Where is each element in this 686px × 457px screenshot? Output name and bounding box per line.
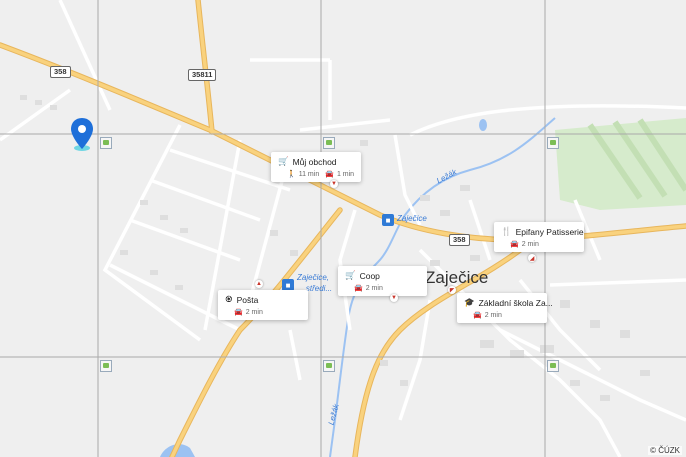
poi-card-zakladni-skola[interactable]: 🎓 Základní škola Za... 🚘 2 min bbox=[457, 293, 553, 323]
restaurant-icon: 🍴 bbox=[501, 226, 512, 236]
poi-drive-time: 2 min bbox=[245, 308, 263, 316]
poi-card-epifany-patisserie[interactable]: 🍴 Epifany Patisserie 🚘 2 min bbox=[494, 222, 584, 252]
poi-arrow-icon[interactable]: ◢ bbox=[528, 254, 536, 262]
car-icon: 🚘 bbox=[234, 309, 243, 316]
post-office-icon: ♼ bbox=[225, 294, 233, 304]
poi-card-coop[interactable]: 🛒 Coop 🚘 2 min bbox=[338, 266, 427, 296]
car-icon: 🚘 bbox=[354, 285, 363, 292]
location-pin-icon[interactable] bbox=[70, 118, 94, 157]
broken-tile-image bbox=[323, 360, 335, 372]
broken-tile-image bbox=[100, 137, 112, 149]
poi-name: Můj obchod bbox=[292, 156, 337, 167]
poi-arrow-icon[interactable]: ▲ bbox=[255, 280, 263, 288]
walk-icon: 🚶 bbox=[287, 171, 296, 178]
cart-icon: 🛒 bbox=[345, 270, 356, 280]
poi-name: Pošta bbox=[236, 294, 259, 305]
bus-stop-icon[interactable]: ■ bbox=[382, 214, 394, 226]
small-pond bbox=[479, 119, 487, 131]
poi-arrow-icon[interactable]: ▼ bbox=[330, 180, 338, 188]
poi-card-posta[interactable]: ♼ Pošta 🚘 2 min bbox=[218, 290, 308, 320]
broken-tile-image bbox=[547, 360, 559, 372]
poi-drive-time: 2 min bbox=[521, 240, 539, 248]
poi-drive-time: 1 min bbox=[336, 170, 355, 178]
bus-stop-label: Zaječice bbox=[397, 214, 427, 223]
poi-arrow-icon[interactable]: ▼ bbox=[390, 294, 398, 302]
road-shield-35811: 35811 bbox=[188, 69, 217, 81]
broken-tile-image bbox=[100, 360, 112, 372]
poi-name: Základní škola Za... bbox=[478, 297, 553, 308]
poi-card-muj-obchod[interactable]: 🛒 Můj obchod 🚶 11 min 🚘 1 min bbox=[271, 152, 361, 182]
poi-drive-time: 2 min bbox=[365, 284, 383, 292]
poi-name: Epifany Patisserie bbox=[515, 226, 584, 237]
poi-drive-time: 2 min bbox=[484, 311, 502, 319]
map-view[interactable]: 358 35811 358 Ležák Ležák ■ Zaječice ■ Z… bbox=[0, 0, 686, 457]
road-shield-358: 358 bbox=[449, 234, 470, 246]
car-icon: 🚘 bbox=[510, 241, 519, 248]
car-icon: 🚘 bbox=[325, 171, 334, 178]
poi-walk-time: 11 min bbox=[298, 170, 320, 178]
cart-icon: 🛒 bbox=[278, 156, 289, 166]
poi-arrow-icon[interactable]: ◤ bbox=[448, 286, 456, 294]
car-icon: 🚘 bbox=[473, 312, 482, 319]
broken-tile-image bbox=[547, 137, 559, 149]
road-shield-358: 358 bbox=[50, 66, 71, 78]
school-icon: 🎓 bbox=[464, 297, 475, 307]
map-copyright: © ČÚZK bbox=[648, 446, 682, 455]
poi-name: Coop bbox=[359, 270, 380, 281]
town-label: Zaječice bbox=[425, 268, 489, 287]
broken-tile-image bbox=[323, 137, 335, 149]
